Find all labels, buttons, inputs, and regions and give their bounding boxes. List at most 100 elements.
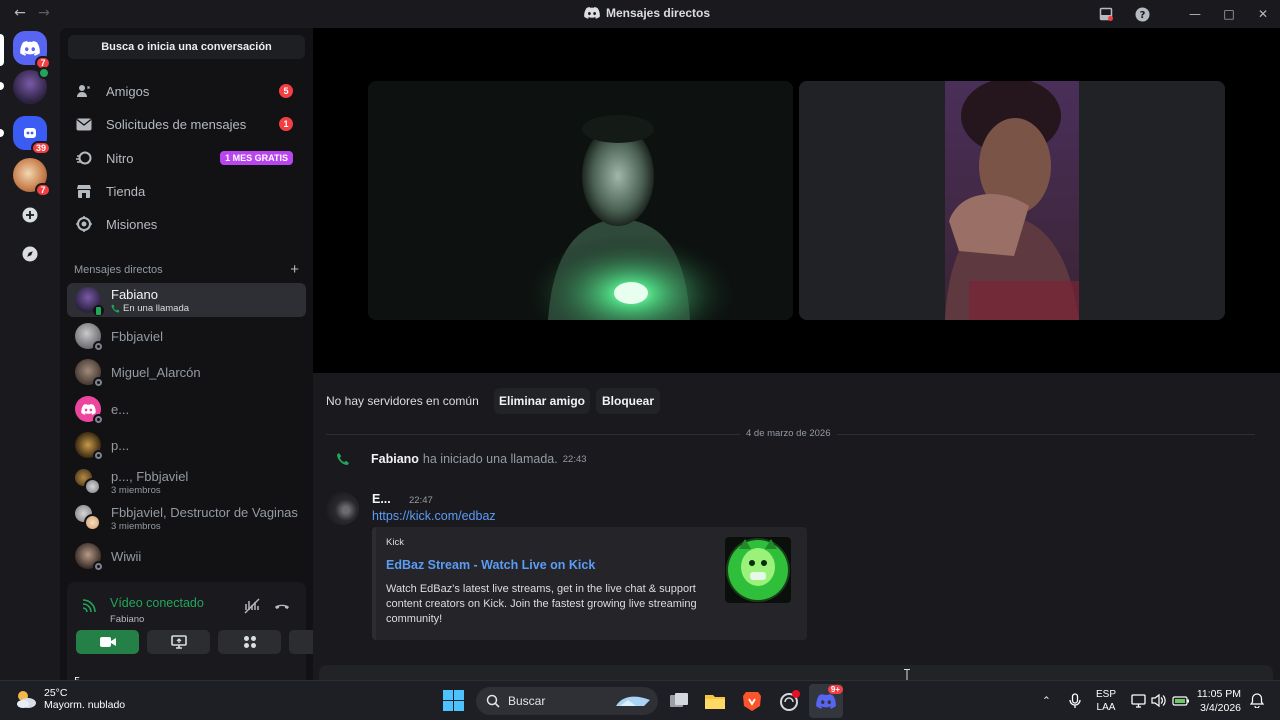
dm-item-group[interactable]: Fbbjaviel, Destructor de Vaginas 3 miembr… [67, 501, 306, 535]
nav-label: Misiones [106, 216, 158, 232]
profile-actions-bar: No hay servidores en común Eliminar amig… [313, 373, 1280, 428]
system-message-call-started: Fabiano ha iniciado una llamada. 22:43 [336, 452, 587, 466]
dm-name: p... [111, 437, 130, 453]
friends-badge: 5 [279, 84, 293, 98]
message-author[interactable]: E... [372, 492, 391, 506]
discover-icon[interactable] [18, 242, 42, 266]
create-dm-icon[interactable]: + [290, 262, 299, 277]
remove-friend-button[interactable]: Eliminar amigo [494, 387, 590, 414]
language-code: ESP [1096, 689, 1117, 700]
avatar [75, 396, 104, 425]
weather-temperature: 25°C [44, 687, 68, 699]
dm-item[interactable]: Fbbjaviel [67, 319, 306, 353]
brave-browser-icon[interactable] [740, 689, 764, 713]
activities-button[interactable] [218, 630, 281, 654]
requests-badge: 1 [279, 117, 293, 131]
weather-widget[interactable]: 25°C Mayorm. nublado [14, 687, 125, 711]
microphone-icon[interactable] [1069, 693, 1081, 709]
nitro-offer-badge: 1 MES GRATIS [220, 151, 293, 165]
close-button[interactable]: ✕ [1246, 0, 1280, 28]
maximize-button[interactable]: □ [1212, 0, 1246, 28]
video-call-area [313, 28, 1280, 373]
server-icon[interactable]: 7 [13, 158, 51, 197]
dm-item[interactable]: e... [67, 392, 306, 426]
embed-thumbnail[interactable] [725, 537, 791, 603]
live-indicator [38, 67, 50, 79]
nav-friends[interactable]: Amigos 5 [68, 76, 305, 106]
dm-item[interactable]: p... [67, 428, 306, 462]
input-language[interactable]: ESP LAA [1096, 688, 1116, 714]
disconnect-icon[interactable] [274, 598, 290, 614]
video-camera-icon [99, 637, 116, 647]
voice-connection-panel: Vídeo conectado Fabiano [67, 582, 352, 680]
app-icon[interactable] [777, 689, 801, 713]
nav-message-requests[interactable]: Solicitudes de mensajes 1 [68, 109, 305, 139]
offline-status-icon [93, 341, 104, 352]
avatar [75, 543, 104, 572]
volume-icon[interactable] [1151, 693, 1167, 708]
embed-description: Watch EdBaz's latest live streams, get i… [386, 583, 697, 625]
dm-name: Wiwii [111, 548, 142, 564]
discord-taskbar-icon[interactable]: 9+ [809, 684, 843, 718]
title-bar: ← → Mensajes directos ? — □ ✕ [0, 0, 1280, 28]
block-button[interactable]: Bloquear [596, 387, 660, 414]
show-hidden-icons-chevron-icon[interactable]: ⌃ [1042, 681, 1051, 720]
dm-name: Miguel_Alarcón [111, 364, 201, 380]
add-server-icon[interactable] [18, 203, 42, 227]
svg-text:?: ? [1139, 10, 1145, 21]
notifications-bell-icon[interactable] [1250, 693, 1264, 708]
nav-label: Tienda [106, 183, 146, 199]
server-icon[interactable]: 39 [13, 116, 51, 155]
dm-status-text: En una llamada [123, 302, 190, 314]
activities-icon [243, 636, 256, 648]
avatar [75, 323, 104, 352]
dm-name: Fbbjaviel [111, 328, 164, 344]
mail-icon [74, 114, 94, 134]
minimize-button[interactable]: — [1178, 0, 1212, 28]
task-view-icon[interactable] [667, 689, 691, 713]
dm-item-fabiano[interactable]: Fabiano En una llamada [67, 283, 306, 317]
discord-logo-icon [20, 40, 40, 56]
system-clock[interactable]: 11:05 PM 3/4/2026 [1197, 687, 1241, 715]
windows-start-icon[interactable] [443, 690, 464, 711]
voice-status: Vídeo conectado [110, 596, 204, 610]
nav-shop[interactable]: Tienda [68, 176, 305, 206]
nav-nitro[interactable]: Nitro 1 MES GRATIS [68, 143, 305, 173]
history-nav: ← → [12, 5, 52, 21]
video-tile-participant-2[interactable] [799, 81, 1225, 320]
avatar [75, 359, 104, 388]
inbox-icon[interactable] [1092, 0, 1120, 28]
avatar [75, 287, 104, 316]
taskbar-search[interactable]: Buscar [476, 687, 658, 715]
noise-suppression-icon[interactable] [244, 598, 260, 614]
help-icon[interactable]: ? [1128, 0, 1156, 28]
embed-provider: Kick [386, 537, 404, 548]
screen-share-button[interactable] [147, 630, 210, 654]
forward-arrow-icon[interactable]: → [36, 5, 52, 21]
home-button[interactable]: 7 [13, 31, 51, 70]
camera-button[interactable] [76, 630, 139, 654]
back-arrow-icon[interactable]: ← [12, 5, 28, 21]
dm-members: 3 miembros [111, 520, 161, 532]
dm-members: 3 miembros [111, 484, 161, 496]
dm-item[interactable]: Wiwii [67, 539, 306, 573]
group-avatar [75, 505, 101, 531]
battery-icon[interactable] [1172, 693, 1190, 708]
server-icon[interactable] [13, 67, 50, 104]
network-icon[interactable] [1131, 693, 1146, 708]
dm-item[interactable]: Miguel_Alarcón [67, 355, 306, 389]
dm-item-group[interactable]: p..., Fbbjaviel 3 miembros [67, 465, 306, 499]
video-tile-participant-1[interactable] [368, 81, 793, 320]
mutual-servers-text: No hay servidores en común [326, 393, 479, 408]
file-explorer-icon[interactable] [703, 689, 727, 713]
selected-pill [0, 34, 4, 66]
message-avatar[interactable] [326, 492, 359, 525]
embed-title-link[interactable]: EdBaz Stream - Watch Live on Kick [386, 558, 595, 572]
message-link[interactable]: https://kick.com/edbaz [372, 509, 496, 523]
system-message-author[interactable]: Fabiano [371, 452, 419, 466]
window-title-text: Mensajes directos [606, 6, 711, 20]
find-conversation-button[interactable]: Busca o inicia una conversación [68, 35, 305, 59]
keyboard-layout: LAA [1096, 702, 1116, 713]
message-input[interactable] [319, 665, 1273, 680]
nav-quests[interactable]: Misiones [68, 209, 305, 239]
